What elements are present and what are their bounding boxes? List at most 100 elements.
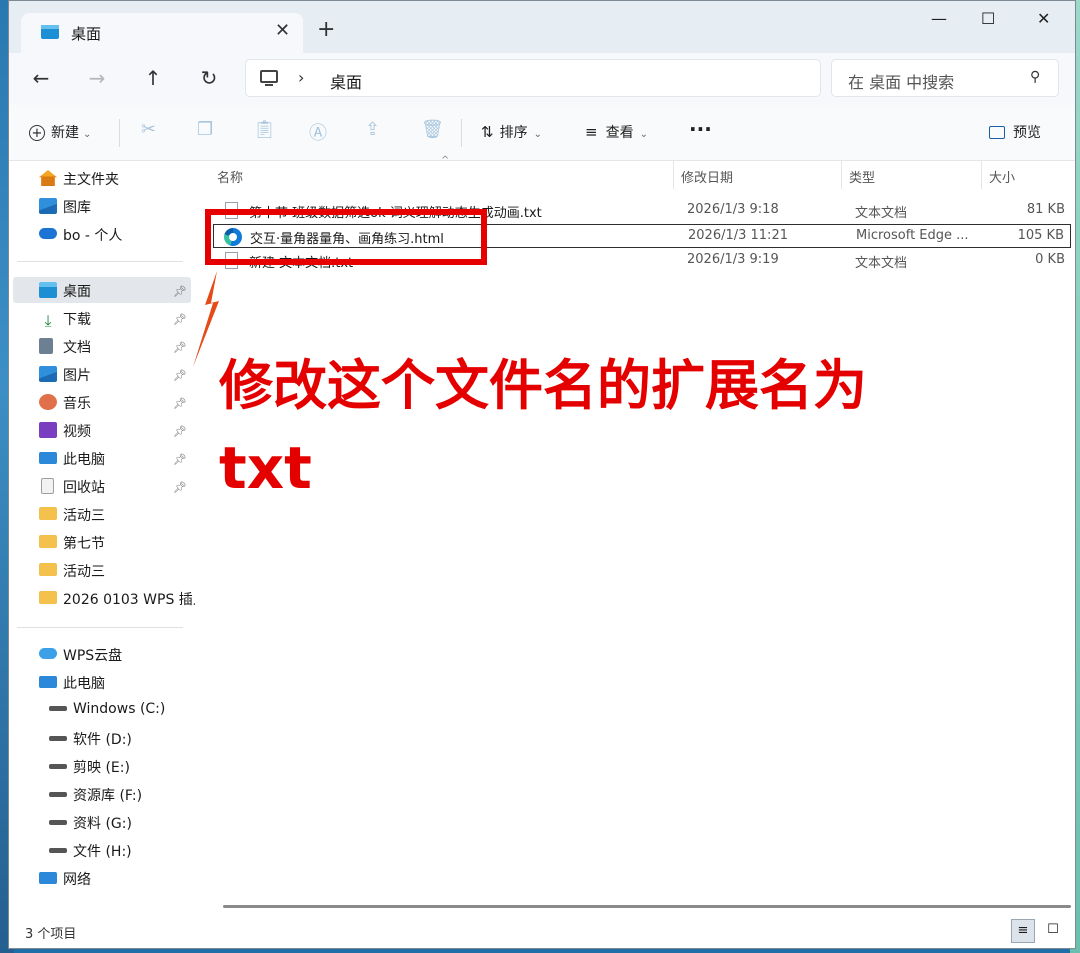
annotation-text-ext: txt [219,434,312,502]
horizontal-scrollbar[interactable] [223,905,1071,908]
forward-button[interactable]: → [83,66,111,90]
cut-icon[interactable]: ✂ [141,119,156,140]
sidebar-item-label: 资源库 (F:) [73,788,143,804]
pictures-icon [39,366,57,382]
chevron-down-icon: ⌄ [533,129,542,140]
sidebar-item-drive-e[interactable]: 剪映 (E:) [49,757,130,781]
network-icon [39,872,57,884]
back-button[interactable]: ← [27,66,55,90]
paste-icon[interactable]: 📋︎ [253,119,276,140]
title-bar: 桌面 ✕ + — ☐ ✕ [9,1,1075,53]
new-button[interactable]: + 新建 ⌄ [29,122,91,142]
sidebar-item-label: 剪映 (E:) [73,760,130,776]
file-date: 2026/1/3 11:21 [688,228,788,243]
sidebar-divider [17,627,183,628]
sidebar-item-network[interactable]: 网络 [39,869,91,893]
pin-icon[interactable]: 📌︎ [173,481,187,494]
chevron-down-icon: ⌄ [83,129,92,140]
gallery-icon [39,198,57,214]
sidebar-item-gallery[interactable]: 图库 [39,197,91,221]
maximize-button[interactable]: ☐ [981,9,995,28]
more-options-button[interactable]: ··· [689,117,712,141]
sidebar-item-label: 活动三 [63,508,105,524]
toolbar-divider [461,119,462,147]
pin-icon[interactable]: 📌︎ [173,369,187,382]
sidebar-item-onedrive[interactable]: bo - 个人 [39,225,122,249]
up-button[interactable]: ↑ [139,66,167,90]
plus-circle-icon: + [29,125,45,141]
sidebar-item-folder[interactable]: 2026 0103 WPS 插入 [39,589,195,613]
sidebar-item-drive-d[interactable]: 软件 (D:) [49,729,132,753]
sidebar-item-folder[interactable]: 第七节 [39,533,105,557]
pin-icon[interactable]: 📌︎ [173,313,187,326]
sidebar-item-drive-c[interactable]: Windows (C:) [49,701,165,725]
tab-label: 桌面 [71,25,102,43]
pin-icon[interactable]: 📌︎ [173,397,187,410]
tab-close-icon[interactable]: ✕ [275,20,290,41]
sidebar-item-folder[interactable]: 活动三 [39,505,105,529]
address-bar[interactable]: › 桌面 [245,59,821,97]
sidebar-item-label: 第七节 [63,536,105,552]
sidebar-item-downloads[interactable]: ⤓ 下载 [39,309,91,333]
column-header-date[interactable]: 修改日期 [681,167,733,186]
sidebar-item-documents[interactable]: 文档 [39,337,91,361]
copy-icon[interactable]: ❐ [197,119,213,140]
share-icon[interactable]: ⇪ [365,119,380,140]
sidebar-item-label: 资料 (G:) [73,816,132,832]
column-separator[interactable] [673,161,674,189]
minimize-button[interactable]: — [931,9,947,28]
sidebar-item-label: 主文件夹 [63,172,119,188]
drive-icon [49,764,67,769]
pin-icon[interactable]: 📌︎ [173,341,187,354]
column-header-name[interactable]: 名称 [217,167,243,186]
sidebar-item-this-pc[interactable]: 此电脑 [39,673,105,697]
pin-icon[interactable]: 📌︎ [173,285,187,298]
view-button[interactable]: ≡ 查看 ⌄ [585,122,648,142]
wps-cloud-icon [39,648,57,659]
sidebar-item-home[interactable]: 主文件夹 [39,169,119,193]
sidebar-item-label: 下载 [63,312,91,328]
preview-pane-button[interactable]: 预览 [989,122,1041,142]
file-date: 2026/1/3 9:19 [687,252,779,267]
sort-ascending-icon: ^ [441,155,450,166]
rename-icon[interactable]: Ⓐ [309,119,327,145]
breadcrumb-desktop[interactable]: 桌面 [330,69,362,93]
sidebar-item-wps-cloud[interactable]: WPS云盘 [39,645,122,669]
pin-icon[interactable]: 📌︎ [173,425,187,438]
sidebar-item-this-pc[interactable]: 此电脑 [39,449,105,473]
sidebar-item-label: 网络 [63,872,91,888]
search-input[interactable]: 在 桌面 中搜索 [848,69,954,93]
drive-icon [49,706,67,711]
file-date: 2026/1/3 9:18 [687,202,779,217]
sidebar-item-videos[interactable]: 视频 [39,421,91,445]
sidebar-item-pictures[interactable]: 图片 [39,365,91,389]
sidebar-item-music[interactable]: 音乐 [39,393,91,417]
drive-icon [49,792,67,797]
file-explorer-window: 桌面 ✕ + — ☐ ✕ ← → ↑ ↻ › 桌面 在 桌面 中搜索 ⚲ + 新建… [8,0,1076,949]
sidebar-item-drive-g[interactable]: 资料 (G:) [49,813,132,837]
tab-desktop[interactable]: 桌面 ✕ [21,13,303,53]
breadcrumb-separator[interactable]: › [298,68,304,87]
column-separator[interactable] [841,161,842,189]
sidebar-item-label: 文件 (H:) [73,844,132,860]
refresh-button[interactable]: ↻ [195,66,223,90]
recycle-bin-icon [41,478,54,494]
close-window-button[interactable]: ✕ [1037,9,1050,28]
delete-icon[interactable]: 🗑︎ [421,119,444,140]
tiles-view-button[interactable]: ☐ [1041,919,1065,943]
column-header-size[interactable]: 大小 [989,167,1015,186]
sidebar-item-desktop[interactable]: 桌面 [39,281,91,305]
pin-icon[interactable]: 📌︎ [173,453,187,466]
sidebar-item-recycle-bin[interactable]: 回收站 [39,477,105,501]
folder-icon [39,591,57,604]
new-tab-button[interactable]: + [317,17,335,42]
column-header-type[interactable]: 类型 [849,167,875,186]
sidebar-item-drive-h[interactable]: 文件 (H:) [49,841,132,865]
details-view-button[interactable]: ≡ [1011,919,1035,943]
column-separator[interactable] [981,161,982,189]
search-box[interactable]: 在 桌面 中搜索 ⚲ [831,59,1059,97]
desktop-folder-icon [41,25,59,39]
sidebar-item-folder[interactable]: 活动三 [39,561,105,585]
sidebar-item-drive-f[interactable]: 资源库 (F:) [49,785,142,809]
sort-button[interactable]: ⇅ 排序 ⌄ [481,122,542,142]
